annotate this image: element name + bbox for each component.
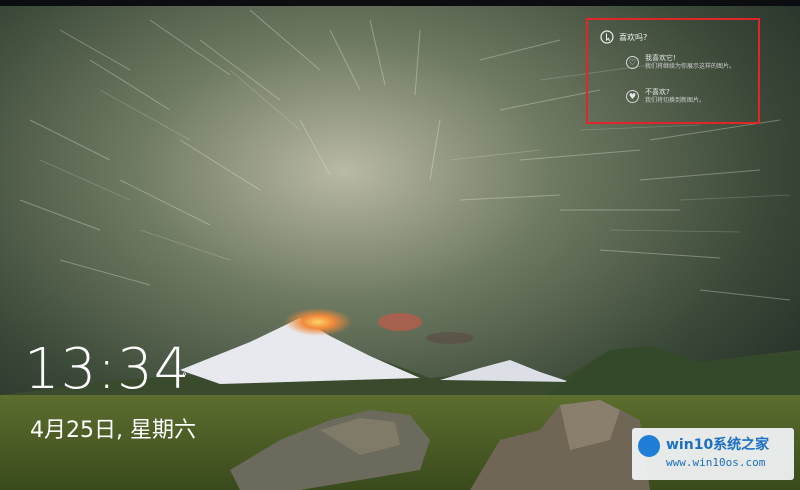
spotlight-like-option[interactable]: ♡ 我喜欢它! 我们将继续为你展示这样的图片。 xyxy=(626,54,735,71)
spotlight-question[interactable]: 喜欢吗? xyxy=(600,30,647,44)
spotlight-dislike-title: 不喜欢? xyxy=(645,88,670,96)
heart-outline-icon: ♡ xyxy=(626,56,639,69)
heart-broken-icon: ♥ xyxy=(626,90,639,103)
site-watermark: win10系统之家 www.win10os.com xyxy=(632,428,794,480)
spotlight-feedback-panel: 喜欢吗? ♡ 我喜欢它! 我们将继续为你展示这样的图片。 ♥ 不喜欢? 我们将切… xyxy=(586,18,760,124)
spotlight-question-label: 喜欢吗? xyxy=(619,32,648,42)
spotlight-dislike-option[interactable]: ♥ 不喜欢? 我们将切换到新图片。 xyxy=(626,88,705,105)
monitor-bezel xyxy=(0,0,800,6)
lockscreen-date: 4月25日, 星期六 xyxy=(30,418,196,443)
spotlight-dislike-desc: 我们将切换到新图片。 xyxy=(645,97,706,104)
site-logo xyxy=(638,435,660,457)
spotlight-like-title: 我喜欢它! xyxy=(645,54,676,62)
watermark-title: win10系统之家 xyxy=(666,437,770,453)
spotlight-like-desc: 我们将继续为你展示这样的图片。 xyxy=(645,63,736,70)
degree-icon: ° xyxy=(182,372,187,383)
lockscreen-time: 13:34 xyxy=(24,337,191,402)
watermark-url: www.win10os.com xyxy=(666,456,766,469)
cursor-hand-icon xyxy=(600,30,614,44)
